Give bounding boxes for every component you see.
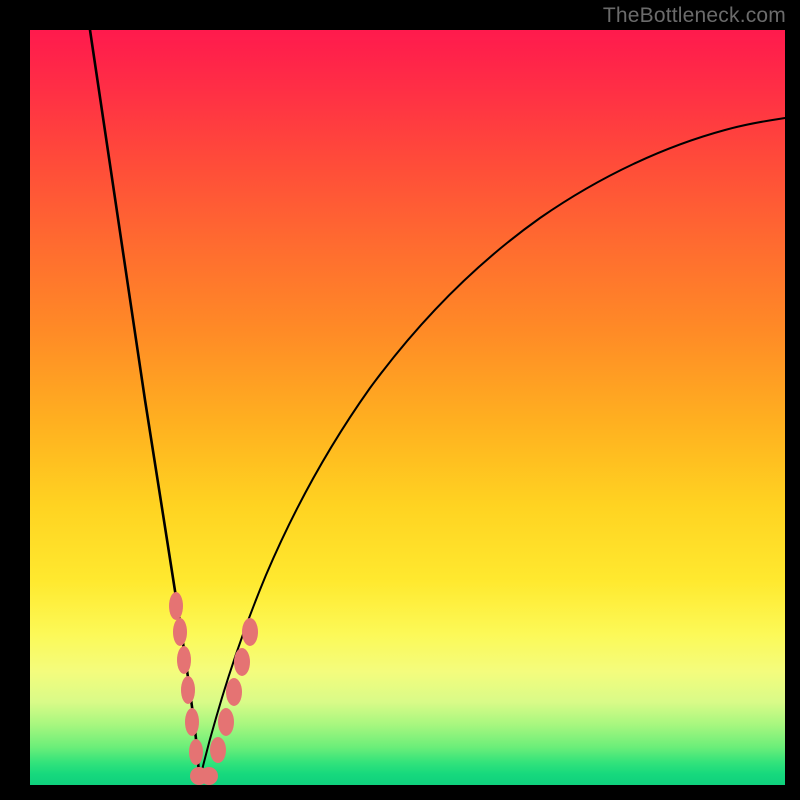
data-marker bbox=[226, 678, 242, 706]
data-marker bbox=[181, 676, 195, 704]
chart-frame: TheBottleneck.com bbox=[0, 0, 800, 800]
data-marker bbox=[218, 708, 234, 736]
data-marker bbox=[210, 737, 226, 763]
chart-svg bbox=[30, 30, 785, 785]
marker-cluster bbox=[169, 592, 258, 785]
data-marker bbox=[185, 708, 199, 736]
data-marker bbox=[189, 739, 203, 765]
data-marker bbox=[169, 592, 183, 620]
data-marker bbox=[200, 767, 218, 785]
data-marker bbox=[234, 648, 250, 676]
watermark-text: TheBottleneck.com bbox=[603, 4, 786, 28]
data-marker bbox=[242, 618, 258, 646]
data-marker bbox=[177, 646, 191, 674]
bottleneck-curve-right bbox=[199, 118, 785, 783]
data-marker bbox=[173, 618, 187, 646]
plot-area bbox=[30, 30, 785, 785]
